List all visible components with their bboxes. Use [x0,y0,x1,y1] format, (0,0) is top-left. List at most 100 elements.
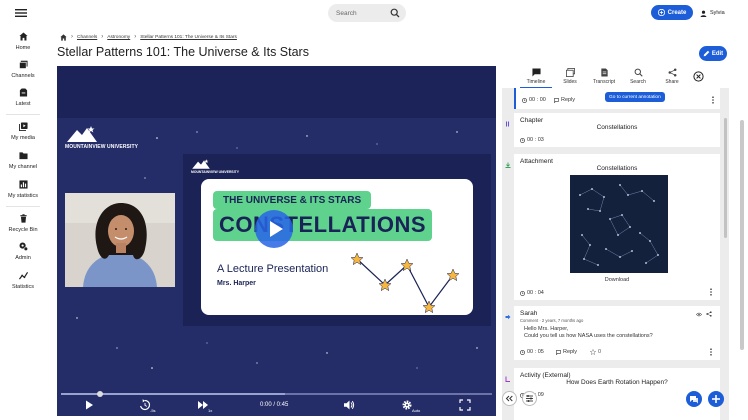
chapter-title: Constellations [596,124,638,131]
activity-marker-icon [505,376,510,382]
sidebar-item-recycle-bin[interactable]: Recycle Bin [0,212,46,238]
sidebar-item-latest[interactable]: Latest [0,86,46,112]
reply-button[interactable]: Reply [556,349,577,355]
chat-button[interactable] [686,391,702,407]
chevron-right-icon: › [71,34,73,40]
more-options-icon[interactable] [708,348,714,356]
hamburger-menu-icon[interactable] [14,6,28,20]
filter-button[interactable] [522,391,537,406]
slide-subtitle: THE UNIVERSE & ITS STARS [213,191,372,209]
tab-search[interactable]: Search [622,68,654,88]
attachment-time[interactable]: 00 : 04 [520,290,544,296]
tab-timeline[interactable]: Timeline [520,68,552,88]
chapter-marker-icon [506,121,509,127]
timeline-chapter-card[interactable]: Chapter Constellations 00 : 03 [514,113,720,147]
card-type: Chapter [520,117,544,124]
chapter-time-value: 00 : 03 [527,137,544,143]
search-input[interactable] [336,6,388,20]
sidebar-item-admin[interactable]: Admin [0,240,46,266]
user-name: Sylvia [710,10,725,16]
like-count: 0 [598,349,602,355]
slide-caption: A Lecture Presentation [217,263,329,275]
collapse-panel-button[interactable] [502,391,517,406]
breadcrumb-astronomy[interactable]: Astronomy [107,35,130,40]
go-to-current-annotation-button[interactable]: Go to current annotation [605,92,665,102]
timeline-attachment-card[interactable]: Attachment Constellations Download 00: … [514,154,720,300]
home-icon[interactable] [60,33,67,41]
tab-label: Timeline [526,79,546,85]
double-chevron-left-icon [505,395,513,402]
play-button[interactable] [83,399,95,413]
chat-bubble-icon [531,68,541,77]
annotation-time[interactable]: 00 : 00 [522,97,546,103]
breadcrumb-current[interactable]: Stellar Patterns 101: The Universe & Its… [140,35,237,40]
breadcrumb-channels[interactable]: Channels [77,35,97,40]
admin-gear-icon [19,242,28,251]
video-player[interactable]: MOUNTAINVIEW UNIVERSITY MOUNTAINVIEW UNI… [57,66,496,416]
create-button[interactable]: Create [651,5,693,20]
constellation-map-image[interactable] [570,175,668,273]
attachment-time-value: 00 : 04 [527,290,544,296]
fullscreen-button[interactable] [459,399,471,413]
playback-speed-label: 1x [208,408,213,413]
share-icon[interactable] [706,311,712,317]
more-options-icon[interactable] [710,96,716,104]
timeline-list[interactable]: Go to current annotation 00 : 00 Reply C… [502,88,729,420]
university-logo: MOUNTAINVIEW UNIVERSITY [65,124,138,154]
page-scrollbar[interactable] [740,66,744,420]
reply-label: Reply [561,97,576,103]
sidebar-item-statistics[interactable]: Statistics [0,269,46,295]
sidebar-item-my-media[interactable]: My media [0,120,46,146]
comment-time-value: 00 : 05 [527,349,544,355]
slide-title: CONSTELLATIONS [213,209,433,241]
comment-time[interactable]: 00 : 05 [520,349,544,355]
play-icon [270,221,283,237]
slide-frame: MOUNTAINVIEW UNIVERSITY THE UNIVERSE & I… [183,154,491,326]
sidebar-item-channels[interactable]: Channels [0,58,46,84]
comment-meta: Comment · 2 years, 7 months ago [520,318,584,323]
edit-button[interactable]: Edit [699,46,727,61]
play-overlay-button[interactable] [255,210,293,248]
slides-icon [565,68,575,77]
play-icon [86,400,93,410]
user-icon [700,10,707,17]
tab-share[interactable]: Share [656,68,688,88]
top-bar: Create Sylvia [0,0,748,26]
like-button[interactable]: 0 [590,349,601,355]
tab-label: Share [665,79,679,85]
rewind-button[interactable]: -5s [139,399,159,413]
close-panel-icon[interactable] [693,71,704,82]
playback-speed-button[interactable]: 1x [197,399,217,413]
attachment-download-link[interactable]: Download [514,276,720,283]
sidebar-item-my-channel[interactable]: My channel [0,149,46,175]
tab-transcript[interactable]: Transcript [588,68,620,88]
search-icon[interactable] [390,8,400,18]
card-type: Attachment [520,158,553,165]
visibility-eye-icon[interactable] [696,312,702,317]
pencil-icon [703,50,710,57]
sidebar-item-label: My media [11,135,35,141]
quality-settings-button[interactable]: Auto [401,399,423,413]
attachment-marker-icon [505,162,511,168]
chapter-time[interactable]: 00 : 03 [520,137,544,143]
sidebar-item-home[interactable]: Home [0,30,46,56]
page-scrollbar-thumb[interactable] [740,120,744,350]
home-icon [18,32,28,41]
panel-tabs: Timeline Slides Transcript Search Share [496,66,729,88]
timeline-annotation-card[interactable]: Go to current annotation 00 : 00 Reply [514,88,720,109]
volume-icon [344,400,355,410]
volume-button[interactable] [343,399,355,413]
timeline-scrollbar[interactable] [724,118,727,238]
trash-icon [19,214,27,223]
add-annotation-button[interactable] [708,391,724,407]
sidebar-item-my-statistics[interactable]: My statistics [0,178,46,204]
tab-slides[interactable]: Slides [554,68,586,88]
reply-button[interactable]: Reply [554,97,575,103]
slide-university-logo: MOUNTAINVIEW UNIVERSITY [191,158,251,176]
user-menu[interactable]: Sylvia [700,7,725,19]
sidebar-item-label: Statistics [11,284,34,290]
timeline-comment-card[interactable]: Sarah Comment · 2 years, 7 months ago He… [514,306,720,360]
tab-label: Transcript [592,79,616,85]
statistics-icon [18,272,28,280]
more-options-icon[interactable] [708,288,714,296]
